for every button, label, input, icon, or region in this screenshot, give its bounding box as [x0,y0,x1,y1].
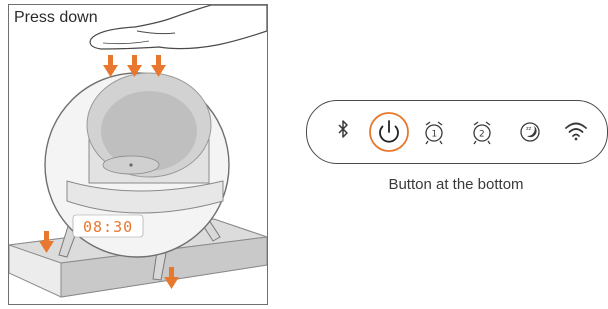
clock-display: 08:30 [72,214,144,238]
press-down-label: Press down [14,9,98,26]
power-icon[interactable] [367,101,411,163]
svg-text:2: 2 [479,130,485,140]
bluetooth-icon[interactable] [331,101,355,163]
device-illustration: 08:30 [9,5,267,298]
alarm-1-icon[interactable]: 1 [421,101,447,163]
svg-text:1: 1 [432,130,438,140]
clock-time: 08:30 [83,218,133,236]
hand-illustration [89,5,267,50]
button-strip: 1 2 zz [306,100,608,164]
press-arrows-top [103,55,166,77]
alarm-2-icon[interactable]: 2 [469,101,495,163]
product-illustration-panel: 08:30 Press down [8,4,268,305]
button-caption: Button at the bottom [388,176,524,193]
sleep-icon[interactable]: zz [517,101,543,163]
svg-text:zz: zz [526,126,532,132]
wifi-icon[interactable] [563,101,589,163]
